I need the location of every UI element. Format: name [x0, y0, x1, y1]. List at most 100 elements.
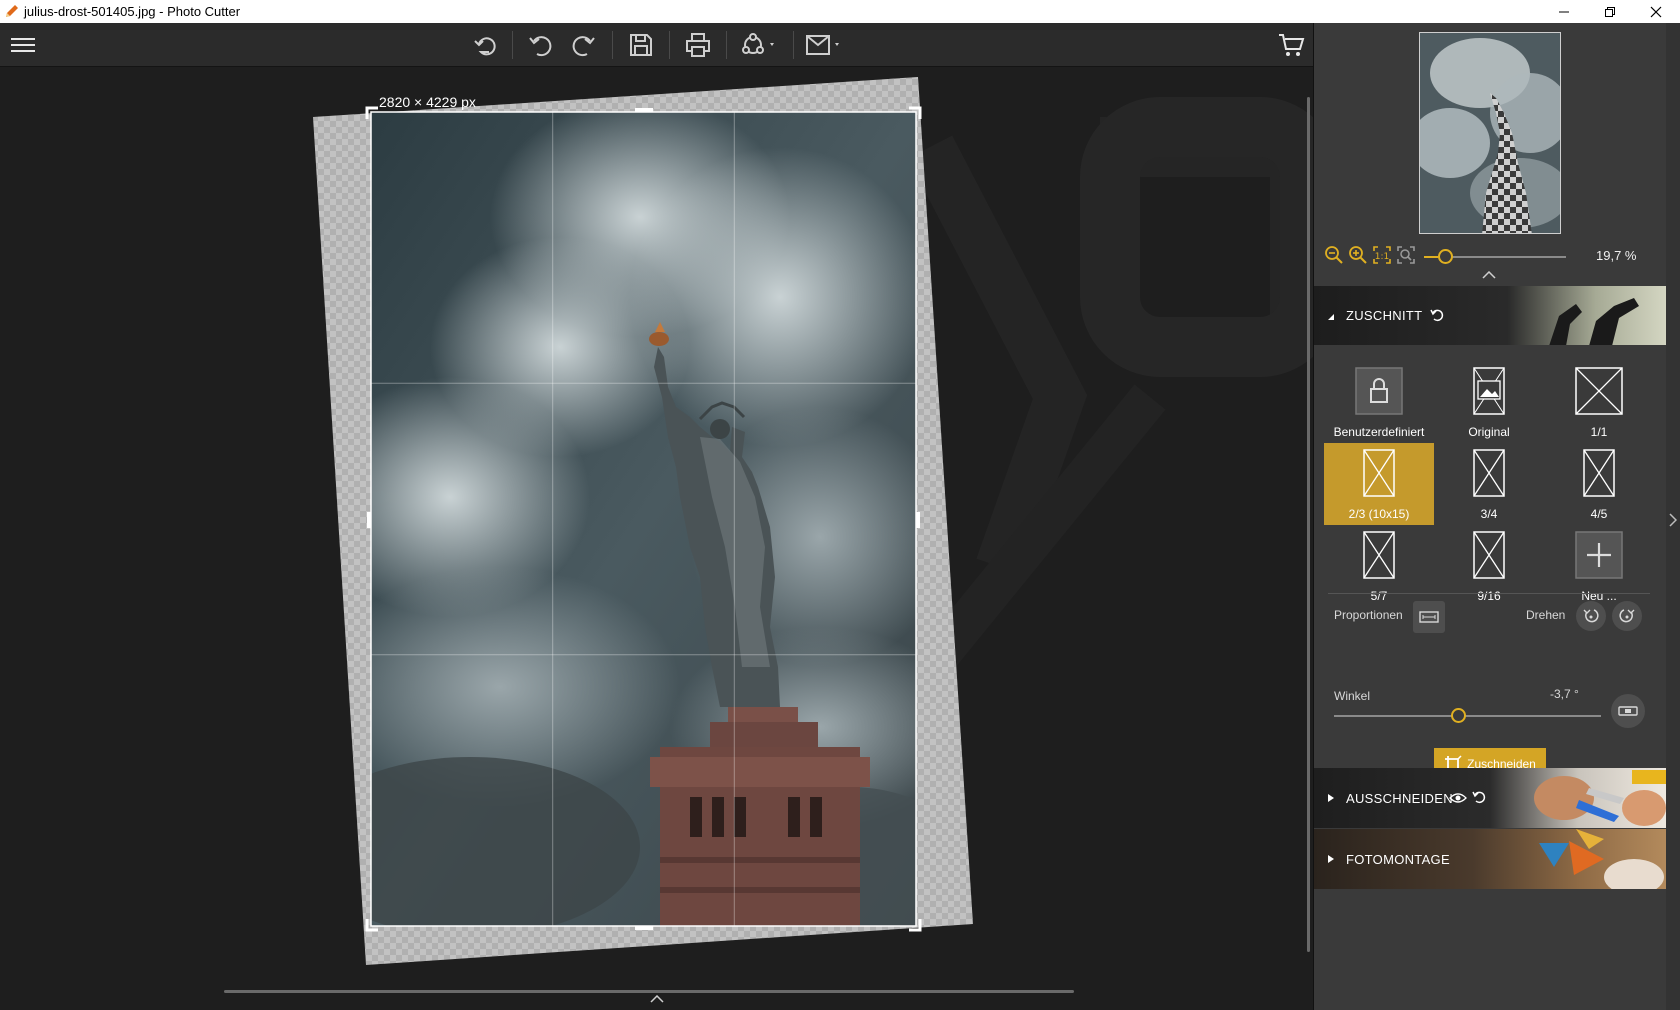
main-toolbar [0, 23, 1313, 67]
reset-icon[interactable] [1471, 789, 1487, 805]
close-button[interactable] [1633, 0, 1679, 23]
ratio-label: Neu ... [1581, 589, 1617, 603]
zoom-fit-icon[interactable] [1396, 245, 1416, 265]
expanded-triangle-icon [1328, 314, 1334, 320]
ratio-tile-benutzerdefiniert[interactable]: Benutzerdefiniert [1324, 361, 1434, 443]
angle-slider[interactable] [1334, 715, 1601, 717]
ratio-tile-2-3-10x15[interactable]: 2/3 (10x15) [1324, 443, 1434, 525]
ratio-tile-5-7[interactable]: 5/7 [1324, 525, 1434, 607]
rotate-right-icon [1619, 609, 1635, 623]
title-bar: julius-drost-501405.jpg - Photo Cutter [0, 0, 1680, 23]
save-icon [630, 34, 652, 56]
ratio-tile-1-1[interactable]: 1/1 [1544, 361, 1654, 443]
toolbar-separator [612, 31, 613, 59]
horizontal-scrollbar[interactable] [224, 990, 1074, 993]
level-icon [1618, 706, 1638, 716]
portrait-crop-icon [1473, 449, 1505, 497]
plus-icon [1575, 531, 1623, 579]
section-header-montage[interactable]: FOTOMONTAGE [1314, 829, 1666, 889]
minimize-button[interactable] [1541, 0, 1587, 23]
proportions-toggle-button[interactable] [1413, 601, 1445, 633]
right-panel: 1:1 19,7 % ZUSCHNITT Benutzerdefiniert Or… [1313, 23, 1680, 1010]
chevron-up-icon[interactable] [1482, 271, 1496, 279]
restore-icon [1605, 6, 1615, 17]
zoom-actual-size-icon[interactable]: 1:1 [1372, 245, 1392, 265]
editing-canvas[interactable]: 2820 × 4229 px [0, 67, 1313, 1010]
ratio-label: 2/3 (10x15) [1348, 507, 1410, 521]
pencil-app-icon [6, 5, 18, 17]
zoom-in-icon[interactable] [1348, 245, 1368, 265]
vertical-scrollbar[interactable] [1307, 97, 1310, 952]
section-title-crop: ZUSCHNITT [1346, 308, 1423, 323]
section-header-crop[interactable]: ZUSCHNITT [1314, 286, 1666, 346]
section-title-montage: FOTOMONTAGE [1346, 852, 1450, 867]
ratio-label: Original [1468, 425, 1510, 439]
ratio-tile-4-5[interactable]: 4/5 [1544, 443, 1654, 525]
preview-thumbnail [1420, 33, 1560, 233]
share-button[interactable] [738, 29, 780, 61]
rotate-right-button[interactable] [1612, 601, 1642, 631]
close-icon [1650, 6, 1662, 17]
zoom-slider-handle[interactable] [1438, 249, 1453, 264]
undo-icon [529, 36, 552, 57]
ratio-label: 3/4 [1480, 507, 1498, 521]
collapsed-triangle-icon [1328, 794, 1334, 802]
crop-options: Benutzerdefiniert Original 1/1 2/3 (10x15) 3… [1314, 345, 1666, 790]
rotate-label: Drehen [1526, 608, 1566, 622]
undo-all-button[interactable] [468, 29, 502, 61]
undo-all-icon [474, 37, 496, 56]
angle-slider-handle[interactable] [1451, 708, 1466, 723]
print-button[interactable] [681, 29, 715, 61]
photo-cutter-app: julius-drost-501405.jpg - Photo Cutter 2… [0, 0, 1680, 1010]
cart-button[interactable] [1275, 29, 1307, 61]
lock-icon [1355, 367, 1403, 415]
export-icon [806, 35, 839, 55]
toolbar-separator [669, 31, 670, 59]
zoom-out-icon[interactable] [1324, 245, 1344, 265]
redo-button[interactable] [567, 29, 601, 61]
menu-button[interactable] [8, 29, 38, 61]
square-crop-icon [1575, 367, 1623, 415]
ratio-tile-3-4[interactable]: 3/4 [1434, 443, 1544, 525]
section-header-cutout[interactable]: AUSSCHNEIDEN [1314, 768, 1666, 828]
orientation-icon [1419, 611, 1439, 623]
restore-button[interactable] [1587, 0, 1633, 23]
portrait-crop-icon [1363, 449, 1395, 497]
ratio-tile-original[interactable]: Original [1434, 361, 1544, 443]
chevron-right-icon[interactable] [1669, 513, 1677, 527]
proportions-label: Proportionen [1334, 608, 1403, 622]
zoom-controls: 1:1 19,7 % [1314, 243, 1666, 269]
cart-icon [1279, 34, 1305, 56]
portrait-crop-icon [1583, 449, 1615, 497]
ratio-label: 9/16 [1477, 589, 1501, 603]
zoom-slider-fill [1424, 256, 1438, 258]
photo-image [371, 112, 916, 926]
share-icon [742, 33, 774, 54]
toolbar-separator [726, 31, 727, 59]
portrait-crop-icon [1363, 531, 1395, 579]
straighten-button[interactable] [1611, 694, 1645, 728]
toolbar-separator [512, 31, 513, 59]
undo-button[interactable] [523, 29, 557, 61]
collapsed-triangle-icon [1328, 855, 1334, 863]
ratio-label: 4/5 [1590, 507, 1608, 521]
reset-icon[interactable] [1429, 307, 1445, 323]
portrait-crop-icon [1473, 531, 1505, 579]
ratio-label: Benutzerdefiniert [1333, 425, 1425, 439]
angle-label: Winkel [1334, 689, 1371, 703]
save-button[interactable] [624, 29, 658, 61]
redo-icon [572, 36, 595, 57]
menu-icon [11, 38, 35, 52]
rotate-left-button[interactable] [1576, 601, 1606, 631]
eye-icon[interactable] [1449, 791, 1467, 805]
section-title-cutout: AUSSCHNEIDEN [1346, 791, 1453, 806]
export-button[interactable] [803, 29, 845, 61]
ratio-tile-9-16[interactable]: 9/16 [1434, 525, 1544, 607]
divider [1328, 593, 1650, 594]
window-title: julius-drost-501405.jpg - Photo Cutter [24, 4, 241, 19]
ratio-tile-neu[interactable]: Neu ... [1544, 525, 1654, 607]
svg-text:1:1: 1:1 [1375, 252, 1389, 262]
rotate-left-icon [1583, 609, 1599, 623]
chevron-up-icon[interactable] [650, 995, 664, 1003]
navigator-preview[interactable] [1419, 32, 1561, 234]
